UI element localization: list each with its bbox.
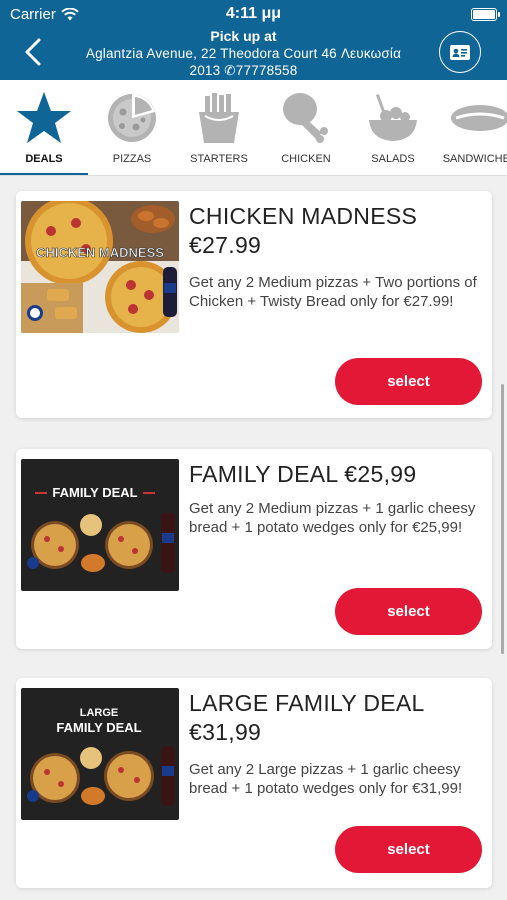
star-icon [14, 90, 74, 146]
chevron-left-icon [25, 38, 41, 66]
app-header: Carrier 4:11 μμ Pick up at Aglantzia Ave… [0, 0, 507, 80]
category-deals[interactable]: DEALS [0, 80, 88, 175]
sandwich-icon [450, 90, 507, 146]
deal-image: FAMILY DEAL [21, 459, 179, 591]
deals-list: CHICKEN MADNESS CHICKEN MADNESS €27.99 G… [0, 177, 507, 900]
deal-card[interactable]: FAMILY DEAL FAMILY DEAL €25,99 Get any 2… [16, 449, 492, 649]
battery-icon [471, 8, 500, 21]
select-button[interactable]: select [335, 588, 482, 635]
deal-card[interactable]: LARGE FAMILY DEAL LARGE FAMILY DEAL €31,… [16, 678, 492, 888]
deal-image: CHICKEN MADNESS [21, 201, 179, 333]
pickup-info: Pick up at Aglantzia Avenue, 22 Theodora… [60, 28, 427, 79]
category-pizzas[interactable]: PIZZAS [88, 80, 176, 175]
category-label: SANDWICHES [442, 153, 507, 165]
select-button[interactable]: select [335, 826, 482, 873]
pickup-address-line1: Aglantzia Avenue, 22 Theodora Court 46 Λ… [85, 46, 402, 61]
deal-title: CHICKEN MADNESS €27.99 [189, 203, 418, 258]
deal-description: Get any 2 Medium pizzas + Two portions o… [189, 274, 477, 310]
store-contact-button[interactable] [439, 31, 481, 73]
deal-card[interactable]: CHICKEN MADNESS CHICKEN MADNESS €27.99 G… [16, 191, 492, 418]
category-sandwiches[interactable]: SANDWICHES [436, 80, 507, 175]
battery-level [473, 10, 495, 19]
pizza-icon [102, 90, 162, 146]
deal-image-caption: FAMILY DEAL [56, 720, 141, 735]
category-label: DEALS [25, 153, 63, 165]
salad-bowl-icon [363, 90, 423, 146]
select-button[interactable]: select [335, 358, 482, 405]
pickup-address-line2: 2013 ✆77778558 [189, 63, 298, 78]
deal-description: Get any 2 Medium pizzas + 1 garlic chees… [189, 500, 476, 536]
pickup-title: Pick up at [210, 28, 277, 44]
fries-icon [189, 90, 249, 146]
contact-card-icon [450, 44, 470, 60]
category-label: STARTERS [190, 153, 248, 165]
category-chicken[interactable]: CHICKEN [262, 80, 350, 175]
deal-image-caption: CHICKEN MADNESS [36, 245, 164, 260]
deal-title: LARGE FAMILY DEAL €31,99 [189, 690, 424, 745]
deal-image: LARGE FAMILY DEAL [21, 688, 179, 820]
status-bar: Carrier 4:11 μμ [0, 0, 507, 28]
category-bar: DEALS PIZZAS STARTERS CHICKEN SALADS SAN… [0, 80, 507, 176]
scrollbar[interactable] [501, 384, 504, 654]
deal-image-caption: FAMILY DEAL [52, 485, 137, 500]
category-label: PIZZAS [112, 153, 152, 165]
deal-description: Get any 2 Large pizzas + 1 garlic cheesy… [189, 761, 463, 797]
category-starters[interactable]: STARTERS [175, 80, 263, 175]
category-label: CHICKEN [281, 153, 331, 165]
drumstick-icon [276, 90, 336, 146]
deal-image-caption-top: LARGE [80, 707, 119, 719]
category-label: SALADS [371, 153, 415, 165]
active-tab-indicator [0, 173, 88, 175]
deal-title: FAMILY DEAL €25,99 [189, 461, 417, 487]
category-salads[interactable]: SALADS [349, 80, 437, 175]
status-time: 4:11 μμ [225, 5, 282, 22]
back-button[interactable] [20, 36, 48, 68]
